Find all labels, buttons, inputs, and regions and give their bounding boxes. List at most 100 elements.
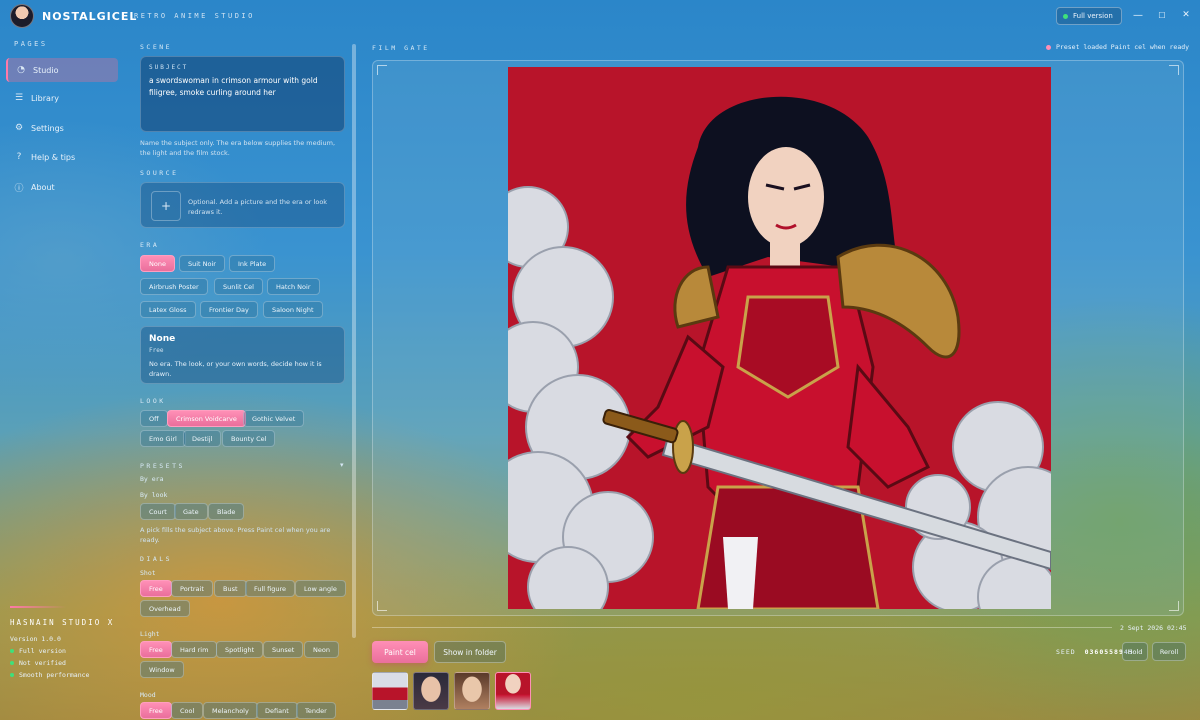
title-bar: NOSTALGICEL RETRO ANIME STUDIO Full vers… [0,0,1200,34]
era-chip-airbrush-poster[interactable]: Airbrush Poster [140,278,208,295]
look-title: LOOK [140,397,166,405]
seed-label: SEED [1056,648,1076,656]
look-chip-off[interactable]: Off [140,410,168,427]
era-chip-latex-gloss[interactable]: Latex Gloss [140,301,196,318]
presets-collapse-icon[interactable]: ▾ [340,461,344,469]
status-dot-icon [10,661,14,665]
shot-chip-full-figure[interactable]: Full figure [245,580,296,597]
source-dropzone[interactable]: + Optional. Add a picture and the era or… [140,182,345,228]
timeline-track[interactable] [372,627,1112,628]
presets-by-look[interactable]: By look [140,491,167,499]
generated-artwork [508,67,1051,609]
history-thumbnail[interactable] [413,672,449,710]
app-subtitle: RETRO ANIME STUDIO [134,12,255,20]
preset-chip-court[interactable]: Court [140,503,176,520]
mood-chip-melancholy[interactable]: Melancholy [203,702,258,719]
close-button[interactable]: ✕ [1176,6,1196,24]
mood-chip-free[interactable]: Free [140,702,172,719]
controls-panel: SCENE SUBJECT a swordswoman in crimson a… [132,34,354,720]
version-label: Version 1.0.0 [10,635,61,643]
sidebar-item-label: Help & tips [31,152,76,162]
subject-field[interactable]: SUBJECT a swordswoman in crimson armour … [140,56,345,132]
add-picture-button[interactable]: + [151,191,181,221]
full-version-badge[interactable]: Full version [1056,7,1122,25]
shot-chip-overhead[interactable]: Overhead [140,600,190,617]
film-gate [372,60,1184,616]
frame-corner-icon [1169,601,1179,611]
light-chip-spotlight[interactable]: Spotlight [216,641,264,658]
presets-by-era[interactable]: By era [140,475,163,483]
nav-title: PAGES [14,40,48,48]
brand: NOSTALGICEL [10,4,137,28]
light-chip-window[interactable]: Window [140,661,184,678]
era-chip-suit-noir[interactable]: Suit Noir [179,255,225,272]
shot-chip-free[interactable]: Free [140,580,172,597]
mood-chip-cool[interactable]: Cool [171,702,204,719]
maximize-button[interactable]: ☐ [1152,6,1172,24]
light-chip-neon[interactable]: Neon [304,641,339,658]
mood-chip-tender[interactable]: Tender [296,702,336,719]
shot-chip-low-angle[interactable]: Low angle [295,580,346,597]
leg [723,537,758,609]
look-chip-emo-girl[interactable]: Emo Girl [140,430,186,447]
era-chip-hatch-noir[interactable]: Hatch Noir [267,278,320,295]
look-chip-destijl[interactable]: Destijl [183,430,222,447]
history-thumbnail-selected[interactable] [495,672,531,710]
look-chip-gothic-velvet[interactable]: Gothic Velvet [243,410,305,427]
frame-corner-icon [377,65,387,75]
mood-label: Mood [140,691,156,699]
preset-chip-gate[interactable]: Gate [174,503,208,520]
status-dot-icon [1046,44,1051,50]
preset-chip-blade[interactable]: Blade [208,503,245,520]
status-row: Not verified [10,659,122,667]
era-title: ERA [140,241,160,249]
subject-value[interactable]: a swordswoman in crimson armour with gol… [149,75,334,99]
sidebar-item-studio[interactable]: ◔ Studio [6,58,118,82]
source-hint: Optional. Add a picture and the era or l… [188,198,328,216]
era-chip-ink-plate[interactable]: Ink Plate [229,255,276,272]
dials-title: DIALS [140,555,173,563]
status-row: Full version [10,647,122,655]
era-card-tag: Free [149,347,164,354]
light-chip-hard-rim[interactable]: Hard rim [171,641,218,658]
sidebar-item-settings[interactable]: ⚙ Settings [6,116,118,140]
status-row: Smooth performance [10,671,122,679]
paint-cel-button[interactable]: Paint cel [372,641,428,663]
face [748,147,824,247]
hold-button[interactable]: Hold [1122,642,1148,661]
era-chip-sunlit-cel[interactable]: Sunlit Cel [214,278,263,295]
history-thumbnail[interactable] [454,672,490,710]
era-chip-saloon-night[interactable]: Saloon Night [263,301,323,318]
film-gate-title: FILM GATE [372,44,430,52]
era-chip-none[interactable]: None [140,255,175,272]
status-dot-icon [10,673,14,677]
frame-corner-icon [1169,65,1179,75]
presets-hint: A pick fills the subject above. Press Pa… [140,526,331,544]
shot-label: Shot [140,569,156,577]
look-chip-bounty-cel[interactable]: Bounty Cel [222,430,276,447]
sidebar-item-help[interactable]: ? Help & tips [6,145,118,169]
era-chip-frontier-day[interactable]: Frontier Day [200,301,258,318]
mood-chip-defiant[interactable]: Defiant [256,702,298,719]
panel-scrollbar[interactable] [352,44,356,638]
minimize-button[interactable]: — [1128,6,1148,24]
status-text: Full version [19,647,66,655]
reroll-button[interactable]: Reroll [1152,642,1186,661]
show-in-folder-button[interactable]: Show in folder [434,641,506,663]
history-thumbnail[interactable] [372,672,408,710]
subject-label: SUBJECT [149,64,189,71]
palette-icon: ◔ [17,65,25,75]
look-chip-crimson-voidcarve[interactable]: Crimson Voidcarve [167,410,246,427]
light-chip-sunset[interactable]: Sunset [263,641,304,658]
studio-info: HASNAIN STUDIO X Version 1.0.0 Full vers… [10,606,122,683]
era-card-name: None [149,334,176,344]
brand-logo [10,4,34,28]
era-info-card: None Free No era. The look, or your own … [140,326,345,384]
sidebar-item-library[interactable]: ☰ Library [6,86,118,110]
shot-chip-bust[interactable]: Bust [214,580,247,597]
shot-chip-portrait[interactable]: Portrait [171,580,213,597]
sidebar-item-label: About [31,182,55,192]
sidebar-item-about[interactable]: ⓘ About [6,175,118,199]
status-text: Not verified [19,659,66,667]
light-chip-free[interactable]: Free [140,641,172,658]
